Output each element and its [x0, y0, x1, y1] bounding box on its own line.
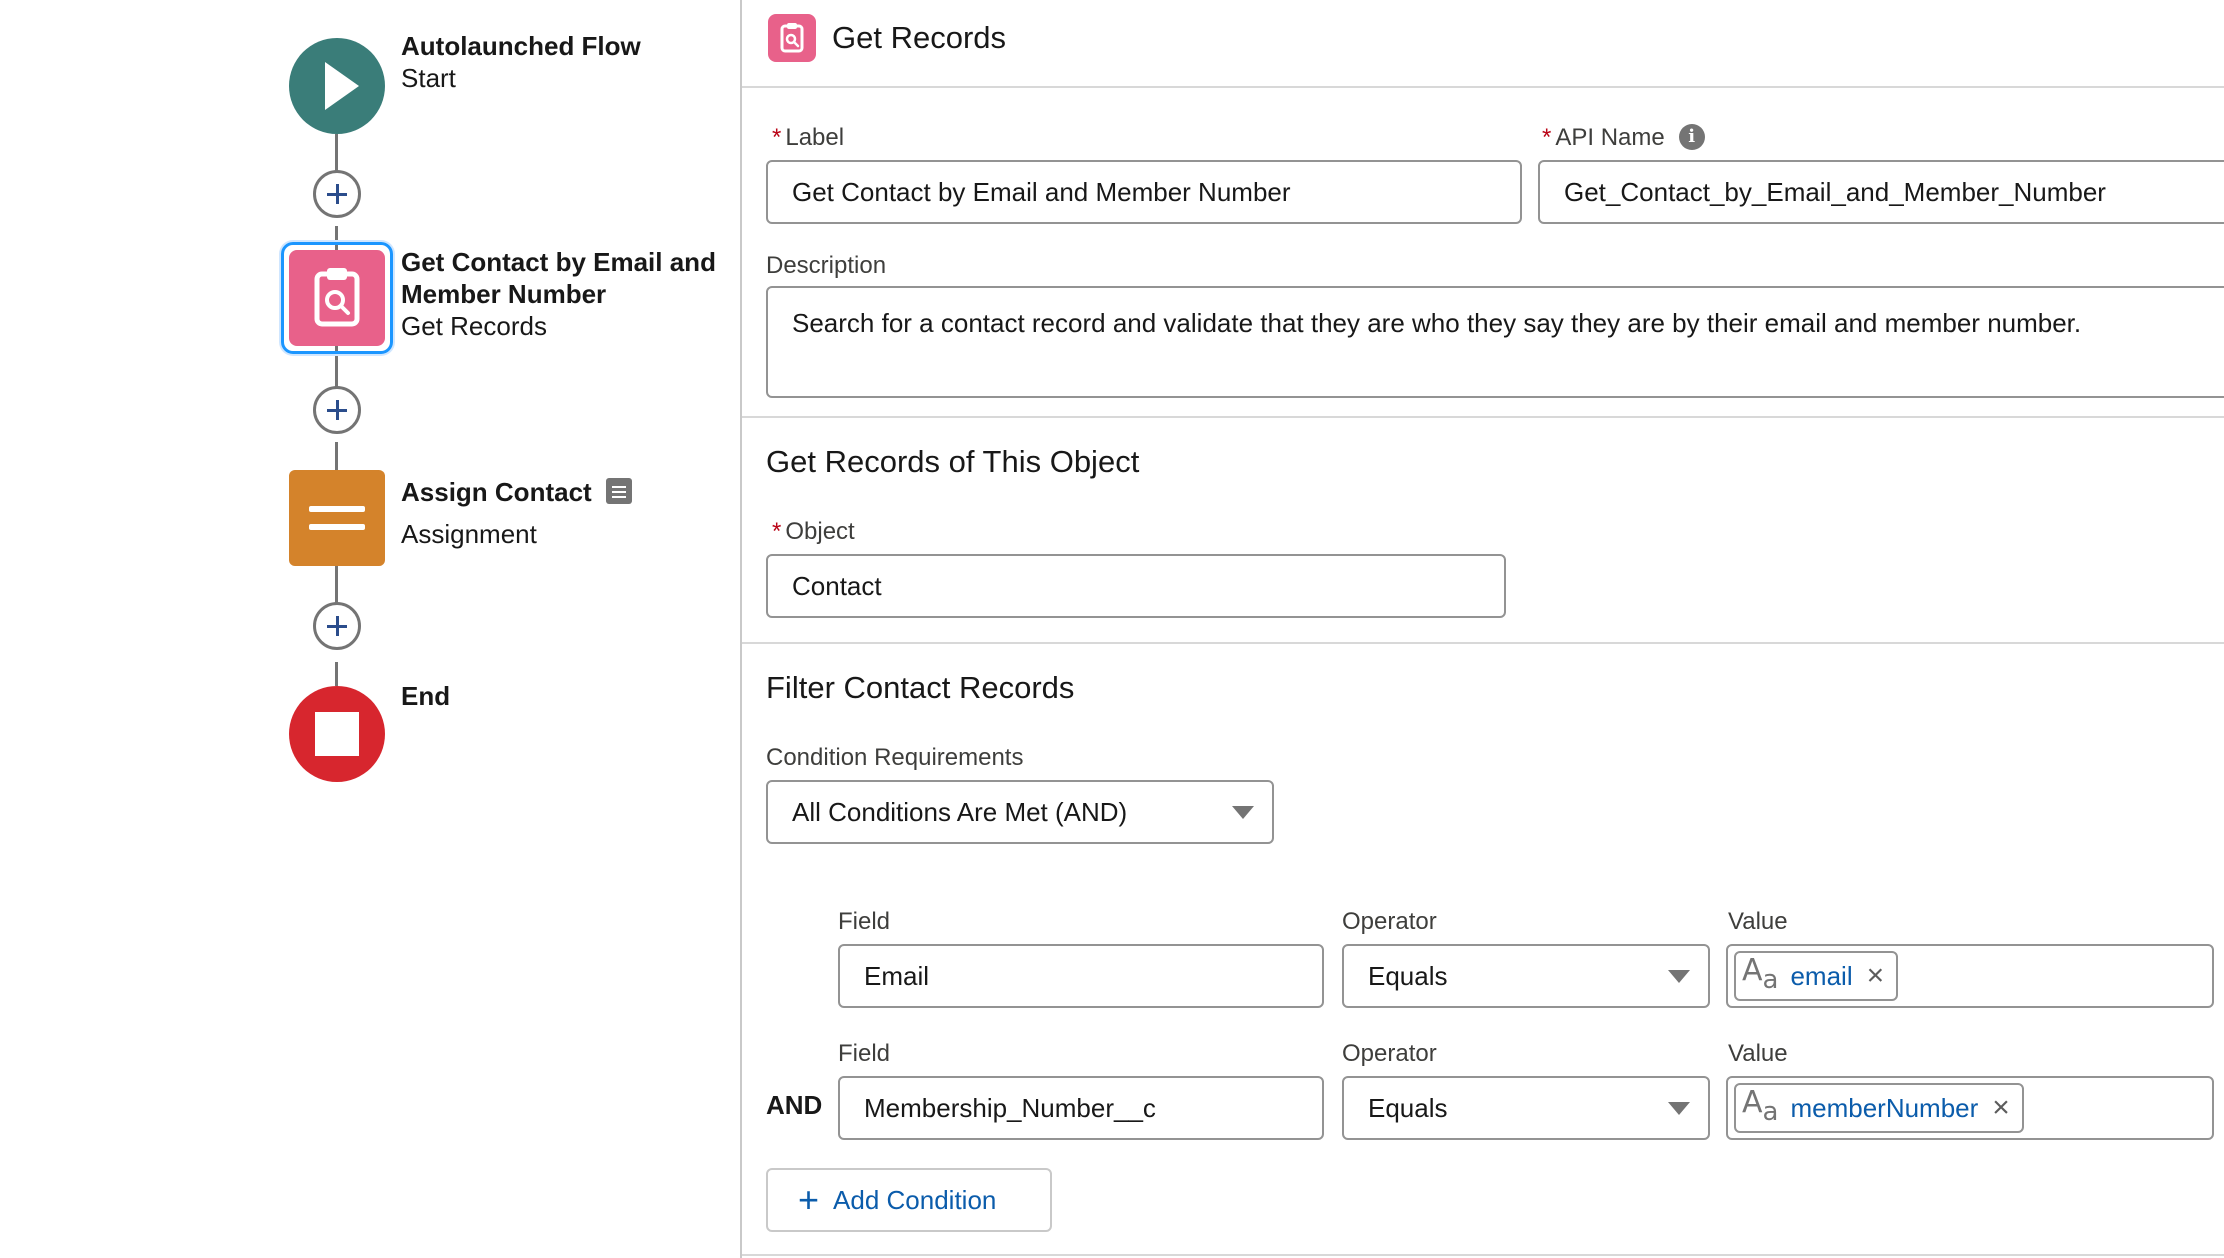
condition-value-input[interactable]: Aa email × — [1726, 944, 2214, 1008]
divider — [742, 642, 2224, 644]
divider — [742, 416, 2224, 418]
object-input[interactable]: Contact — [766, 554, 1506, 618]
condition-field-label: Field — [838, 908, 891, 935]
add-element-button[interactable] — [313, 602, 361, 650]
assignment-node[interactable] — [289, 470, 385, 566]
condition-operator-label: Operator — [1342, 1040, 1437, 1067]
condition-value-label: Value — [1728, 1040, 1788, 1067]
required-marker: * — [1542, 124, 1552, 151]
label-field-label-text: Label — [785, 124, 845, 151]
get-records-node-subtitle: Get Records — [401, 311, 547, 341]
end-node[interactable] — [289, 686, 385, 782]
description-field-label: Description — [766, 252, 887, 279]
object-section-title: Get Records of This Object — [766, 444, 1140, 479]
condition-requirements-value: All Conditions Are Met (AND) — [792, 796, 1128, 827]
flow-canvas: Autolaunched Flow Start Get Contact by E… — [0, 0, 740, 1258]
value-resource-pill[interactable]: Aa email × — [1734, 951, 1899, 1001]
start-node-subtitle: Start — [401, 63, 456, 93]
info-icon[interactable]: i — [1678, 123, 1705, 150]
get-records-node-title-line1: Get Contact by Email and — [401, 247, 716, 277]
add-element-button[interactable] — [313, 170, 361, 218]
get-records-node[interactable] — [289, 250, 385, 346]
text-resource-icon: Aa — [1742, 1085, 1779, 1127]
start-node[interactable] — [289, 38, 385, 134]
api-name-field-label: * API Name i — [1542, 123, 1705, 152]
condition-operator-select[interactable]: Equals — [1342, 1076, 1710, 1140]
description-icon — [605, 478, 632, 505]
assignment-node-subtitle: Assignment — [401, 519, 537, 549]
condition-value-label: Value — [1728, 908, 1788, 935]
assignment-node-title: Assign Contact — [401, 476, 632, 508]
condition-requirements-label: Condition Requirements — [766, 744, 1024, 771]
play-icon — [325, 62, 359, 110]
remove-icon[interactable]: × — [1867, 961, 1885, 991]
condition-field-label: Field — [838, 1040, 891, 1067]
label-input[interactable]: Get Contact by Email and Member Number — [766, 160, 1522, 224]
divider — [742, 86, 2224, 88]
plus-icon: + — [798, 1179, 820, 1220]
api-name-field-label-text: API Name — [1555, 124, 1665, 151]
object-field-label-text: Object — [785, 518, 855, 545]
clipboard-search-icon — [780, 23, 804, 53]
stop-icon — [315, 712, 359, 756]
condition-operator-value: Equals — [1368, 1092, 1448, 1123]
condition-field-input[interactable]: Membership_Number__c — [838, 1076, 1324, 1140]
condition-operator-label: Operator — [1342, 908, 1437, 935]
required-marker: * — [772, 124, 782, 151]
label-field-label: * Label — [772, 124, 844, 152]
properties-panel: Get Records * Label Get Contact by Email … — [740, 0, 2224, 1258]
condition-requirements-select[interactable]: All Conditions Are Met (AND) — [766, 780, 1274, 844]
assignment-node-title-text: Assign Contact — [401, 477, 592, 507]
get-records-node-title-line2: Member Number — [401, 279, 607, 309]
condition-field-input[interactable]: Email — [838, 944, 1324, 1008]
filter-section-title: Filter Contact Records — [766, 670, 1075, 705]
condition-operator-select[interactable]: Equals — [1342, 944, 1710, 1008]
required-marker: * — [772, 518, 782, 545]
api-name-input[interactable]: Get_Contact_by_Email_and_Member_Number — [1538, 160, 2224, 224]
condition-operator-value: Equals — [1368, 960, 1448, 991]
value-resource-pill-label: memberNumber — [1790, 1092, 1979, 1123]
panel-title: Get Records — [832, 20, 1007, 55]
add-condition-label: Add Condition — [833, 1184, 997, 1215]
equals-icon — [309, 506, 365, 530]
object-field-label: * Object — [772, 518, 855, 546]
remove-icon[interactable]: × — [1992, 1093, 2010, 1123]
clipboard-search-icon — [314, 268, 360, 327]
value-resource-pill[interactable]: Aa memberNumber × — [1734, 1083, 2024, 1133]
start-node-title: Autolaunched Flow — [401, 31, 641, 61]
description-textarea[interactable]: Search for a contact record and validate… — [766, 286, 2224, 398]
text-resource-icon: Aa — [1742, 953, 1779, 995]
condition-value-input[interactable]: Aa memberNumber × — [1726, 1076, 2214, 1140]
end-node-title: End — [401, 681, 451, 711]
connector-line — [335, 442, 338, 470]
add-element-button[interactable] — [313, 386, 361, 434]
condition-logic-label: AND — [766, 1090, 823, 1120]
divider — [742, 1254, 2224, 1256]
get-records-header-icon — [768, 14, 816, 62]
value-resource-pill-label: email — [1790, 960, 1853, 991]
connector-line — [335, 662, 338, 686]
add-condition-button[interactable]: + Add Condition — [766, 1168, 1052, 1232]
